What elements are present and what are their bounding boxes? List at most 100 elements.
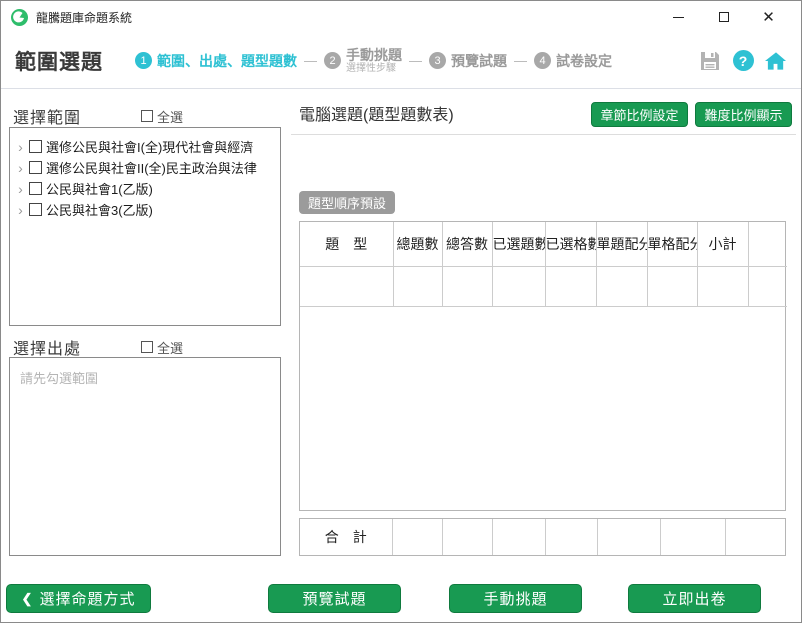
totals-cell <box>545 519 598 555</box>
help-button[interactable]: ? <box>732 50 754 72</box>
range-select-all-label: 全選 <box>157 109 184 125</box>
source-list: 請先勾選範圍 <box>9 357 281 556</box>
generate-paper-button[interactable]: 立即出卷 <box>628 584 761 613</box>
maximize-button[interactable] <box>701 2 746 32</box>
range-item-3[interactable]: › 公民與社會3(乙版) <box>14 199 276 220</box>
col-points-per-blank: 單格配分 <box>647 222 698 267</box>
header: 範圍選題 1 範圍、出處、題型題數 — 2 手動挑題 選擇性步驟 — 3 預覽試… <box>1 33 801 89</box>
col-selected-questions: 已選題數 <box>492 222 546 267</box>
expand-chevron-icon[interactable]: › <box>14 181 27 197</box>
step-2-label: 手動挑題 <box>346 46 402 63</box>
question-type-order-button[interactable]: 題型順序預設 <box>299 191 396 214</box>
range-item-1[interactable]: › 選修公民與社會II(全)民主政治與法律 <box>14 157 276 178</box>
totals-table: 合 計 <box>299 518 786 556</box>
range-item-2-checkbox[interactable] <box>29 182 42 195</box>
app-logo-icon <box>11 8 28 26</box>
home-icon <box>765 51 787 70</box>
range-item-2[interactable]: › 公民與社會1(乙版) <box>14 178 276 199</box>
step-3-preview[interactable]: 3 預覽試題 <box>429 51 507 71</box>
preview-questions-button[interactable]: 預覽試題 <box>268 584 401 613</box>
back-to-mode-button[interactable]: ❮ 選擇命題方式 <box>6 584 151 613</box>
range-item-3-checkbox[interactable] <box>29 203 42 216</box>
save-icon <box>701 51 719 70</box>
page-title: 範圍選題 <box>15 50 103 74</box>
range-select-all[interactable]: 全選 <box>141 107 183 126</box>
range-section-header: 選擇範圍 全選 <box>13 104 281 128</box>
back-chevron-icon: ❮ <box>21 590 34 606</box>
step-1-range[interactable]: 1 範圍、出處、題型題數 <box>135 51 297 71</box>
col-extra <box>748 222 787 267</box>
help-icon: ? <box>732 50 754 71</box>
range-section-title: 選擇範圍 <box>13 110 82 127</box>
app-window: 龍騰題庫命題系統 ✕ 範圍選題 1 範圍、出處、題型題數 — 2 手動挑題 選擇… <box>0 0 802 623</box>
range-item-0[interactable]: › 選修公民與社會I(全)現代社會與經濟 <box>14 136 276 157</box>
step-2-number: 2 <box>324 52 341 69</box>
table-cell <box>697 266 749 307</box>
totals-cell <box>725 519 787 555</box>
step-connector: — <box>409 53 422 68</box>
totals-cell <box>660 519 726 555</box>
step-3-number: 3 <box>429 52 446 69</box>
step-connector: — <box>514 53 527 68</box>
col-selected-blanks: 已選格數 <box>545 222 597 267</box>
range-select-all-checkbox[interactable] <box>141 110 153 122</box>
range-item-0-checkbox[interactable] <box>29 140 42 153</box>
range-item-2-label: 公民與社會1(乙版) <box>46 182 153 197</box>
totals-cell <box>597 519 661 555</box>
maximize-icon <box>718 12 729 22</box>
step-3-label: 預覽試題 <box>451 52 507 69</box>
close-button[interactable]: ✕ <box>746 2 791 32</box>
totals-cell <box>442 519 493 555</box>
table-cell <box>596 266 648 307</box>
expand-chevron-icon[interactable]: › <box>14 202 27 218</box>
totals-label: 合 計 <box>300 519 393 555</box>
close-icon: ✕ <box>762 8 775 26</box>
source-placeholder: 請先勾選範圍 <box>20 371 99 386</box>
totals-row: 合 計 <box>300 519 787 555</box>
totals-cell <box>392 519 443 555</box>
step-4-label: 試卷設定 <box>556 52 612 69</box>
source-section-header: 選擇出處 全選 <box>13 335 281 359</box>
expand-chevron-icon[interactable]: › <box>14 139 27 155</box>
table-cell <box>442 266 493 307</box>
range-item-0-label: 選修公民與社會I(全)現代社會與經濟 <box>46 140 254 155</box>
col-points-per-question: 單題配分 <box>596 222 648 267</box>
totals-cell <box>492 519 546 555</box>
app-title: 龍騰題庫命題系統 <box>36 10 133 25</box>
col-total-questions: 總題數 <box>393 222 443 267</box>
step-1-number: 1 <box>135 52 152 69</box>
titlebar: 龍騰題庫命題系統 ✕ <box>1 1 801 33</box>
table-cell <box>393 266 443 307</box>
source-select-all-checkbox[interactable] <box>141 341 153 353</box>
back-button-label: 選擇命題方式 <box>39 591 136 608</box>
step-4-number: 4 <box>534 52 551 69</box>
step-connector: — <box>304 53 317 68</box>
chapter-ratio-button[interactable]: 章節比例設定 <box>591 102 688 127</box>
expand-chevron-icon[interactable]: › <box>14 160 27 176</box>
range-tree: › 選修公民與社會I(全)現代社會與經濟 › 選修公民與社會II(全)民主政治與… <box>9 127 281 326</box>
source-section-title: 選擇出處 <box>13 341 82 358</box>
col-subtotal: 小計 <box>697 222 749 267</box>
save-button[interactable] <box>699 50 721 72</box>
manual-pick-button[interactable]: 手動挑題 <box>449 584 582 613</box>
col-total-answers: 總答數 <box>442 222 493 267</box>
table-cell <box>492 266 546 307</box>
minimize-button[interactable] <box>656 2 701 32</box>
source-select-all-label: 全選 <box>157 340 184 356</box>
home-button[interactable] <box>765 50 787 72</box>
range-item-1-checkbox[interactable] <box>29 161 42 174</box>
step-4-paper-settings[interactable]: 4 試卷設定 <box>534 51 612 71</box>
col-question-type: 題 型 <box>300 222 394 267</box>
panel-divider <box>291 134 796 135</box>
wizard-steps: 1 範圍、出處、題型題數 — 2 手動挑題 選擇性步驟 — 3 預覽試題 — 4… <box>135 47 612 75</box>
table-cell <box>647 266 698 307</box>
table-header-row: 題 型 總題數 總答數 已選題數 已選格數 單題配分 單格配分 小計 <box>300 222 787 267</box>
table-cell <box>545 266 597 307</box>
range-item-1-label: 選修公民與社會II(全)民主政治與法律 <box>46 161 257 176</box>
header-icons: ? <box>699 50 787 72</box>
source-select-all[interactable]: 全選 <box>141 338 183 357</box>
difficulty-ratio-button[interactable]: 難度比例顯示 <box>695 102 792 127</box>
computer-selection-title: 電腦選題(題型題數表) <box>299 107 454 124</box>
step-2-manual-pick[interactable]: 2 手動挑題 選擇性步驟 <box>324 47 402 75</box>
table-cell <box>300 266 394 307</box>
